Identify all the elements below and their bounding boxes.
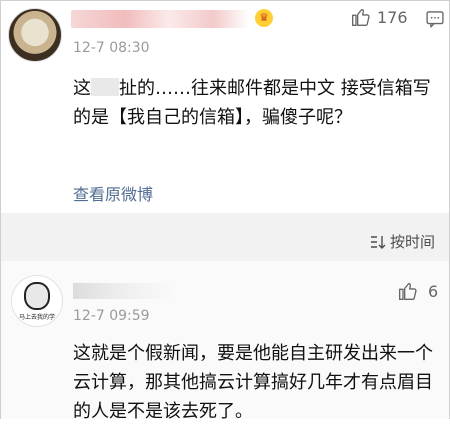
username-blurred[interactable] xyxy=(71,10,249,28)
comment-text: 这扯的……往来邮件都是中文 接受信箱写的是【我自己的信箱】，骗傻子呢？ xyxy=(73,78,431,128)
like-button[interactable]: 176 xyxy=(351,7,408,27)
meme-face-icon xyxy=(24,282,50,310)
comment-item: ♛ 176 12-7 08:30 这扯的……往来邮件都是中文 接受信箱写的是【我… xyxy=(1,1,449,213)
sort-icon xyxy=(370,235,386,249)
page-frame: ♛ 176 12-7 08:30 这扯的……往来邮件都是中文 接受信箱写的是【我… xyxy=(0,0,450,422)
avatar-caption: 马上去我的学 xyxy=(18,314,55,321)
like-count: 6 xyxy=(428,281,439,301)
thumbs-up-icon xyxy=(399,282,417,300)
avatar[interactable] xyxy=(8,8,62,62)
sort-bar: 按时间 xyxy=(1,213,449,261)
username-blurred[interactable] xyxy=(73,283,177,299)
comment-time: 12-7 09:59 xyxy=(73,308,150,324)
thumbs-up-icon xyxy=(352,8,370,27)
sort-by-time-button[interactable]: 按时间 xyxy=(370,231,435,252)
sort-label: 按时间 xyxy=(389,233,435,251)
redacted-mask xyxy=(91,78,119,96)
like-button[interactable]: 6 xyxy=(398,281,438,301)
comment-item: 马上去我的学 6 12-7 09:59 这就是个假新闻，要是他能自主研发出来一个… xyxy=(1,261,449,422)
like-count: 176 xyxy=(377,7,408,27)
comment-time: 12-7 08:30 xyxy=(73,40,150,56)
crown-icon: ♛ xyxy=(255,9,273,27)
avatar[interactable]: 马上去我的学 xyxy=(11,275,63,327)
view-original-link[interactable]: 查看原微博 xyxy=(73,181,153,205)
comment-text: 这就是个假新闻，要是他能自主研发出来一个云计算，那其他搞云计算搞好几年才有点眉目… xyxy=(73,343,433,422)
reply-icon[interactable] xyxy=(425,9,445,29)
